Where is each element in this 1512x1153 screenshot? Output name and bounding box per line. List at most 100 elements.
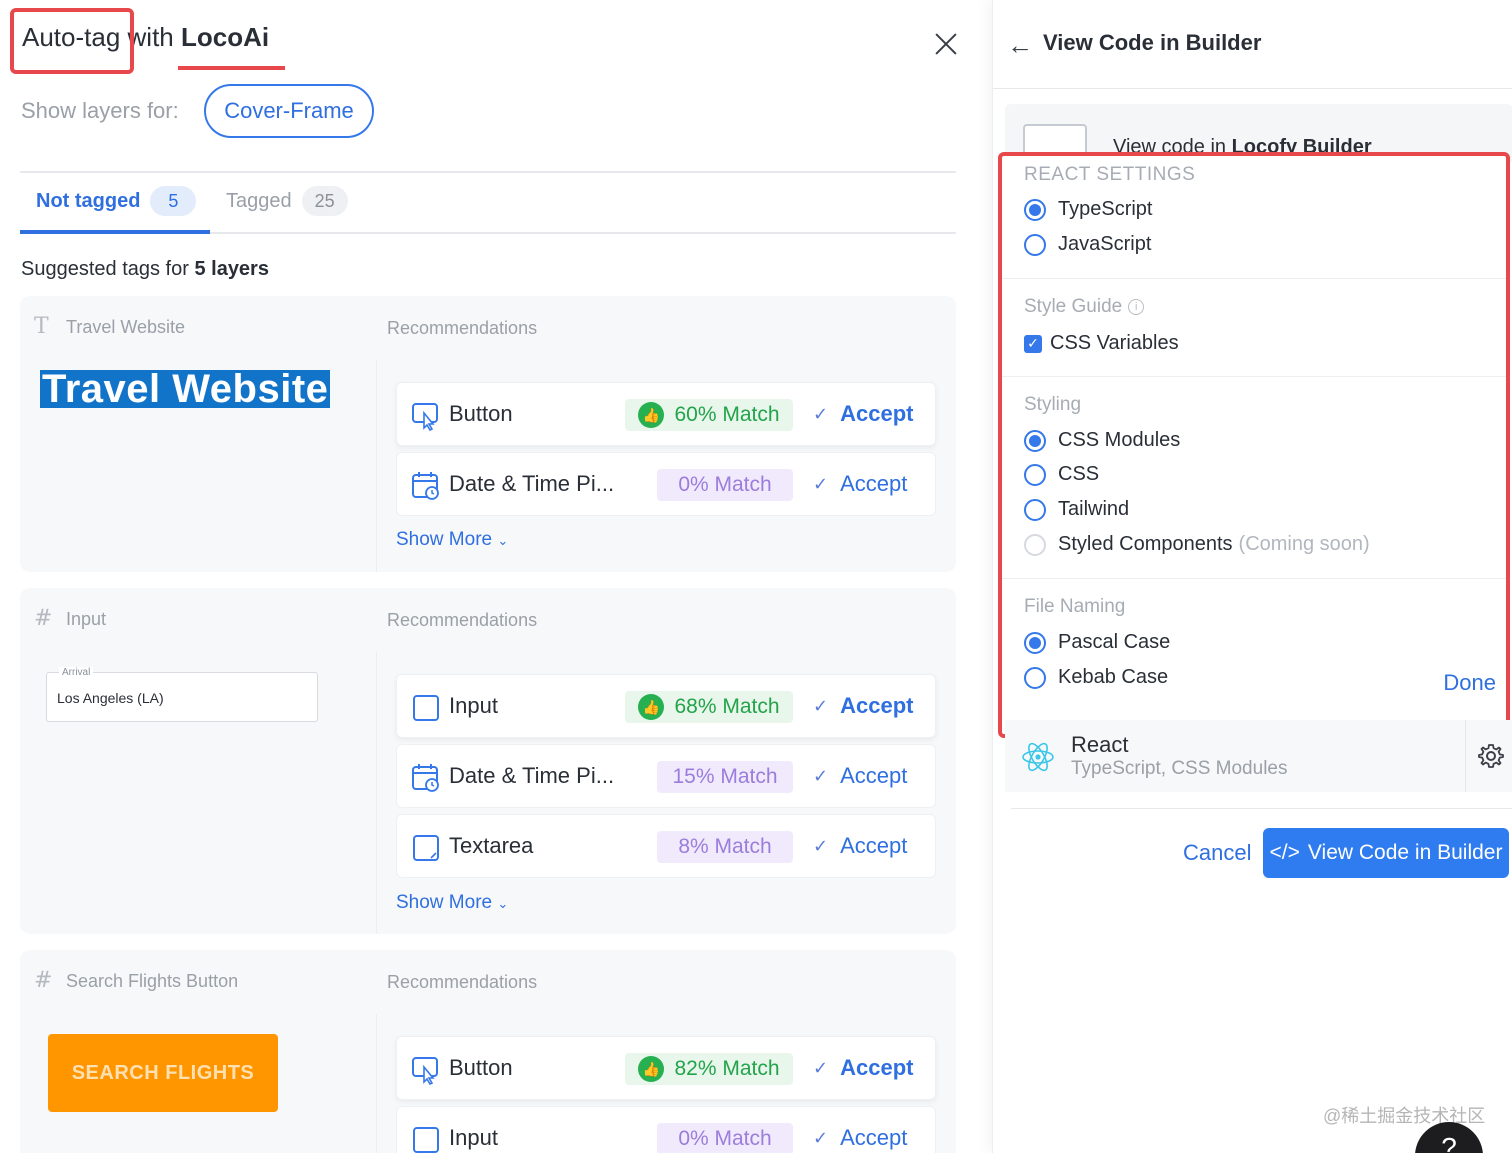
auto-tag-panel: Auto-tag with LocoAi Show layers for: Co… xyxy=(0,0,990,1153)
code-settings-popover: REACT SETTINGS TypeScript JavaScript Sty… xyxy=(998,152,1510,738)
radio-typescript[interactable]: TypeScript xyxy=(1024,198,1152,221)
radio-disabled-icon xyxy=(1024,533,1046,556)
radio-javascript[interactable]: JavaScript xyxy=(1024,233,1151,256)
radio-tailwind[interactable]: Tailwind xyxy=(1024,498,1129,521)
recommendation-row: Input 👍 68% Match ✓ Accept xyxy=(396,674,936,738)
accept-button[interactable]: ✓ Accept xyxy=(813,1125,907,1151)
match-badge: 👍 68% Match xyxy=(625,691,793,723)
button-cursor-icon xyxy=(412,403,438,431)
recommendation-row: Date & Time Pi... 0% Match ✓ Accept xyxy=(396,452,936,516)
layer-name: # Input xyxy=(34,606,107,631)
accept-button[interactable]: ✓ Accept xyxy=(813,1055,913,1081)
radio-icon xyxy=(1024,498,1046,521)
layer-name: # Search Flights Button xyxy=(34,968,239,993)
check-icon: ✓ xyxy=(813,1057,829,1078)
accept-button[interactable]: ✓ Accept xyxy=(813,471,907,497)
info-icon: i xyxy=(1128,299,1145,315)
recommendation-row: Input 0% Match ✓ Accept xyxy=(396,1106,936,1153)
thumbs-up-icon: 👍 xyxy=(638,694,665,720)
radio-pascal-case[interactable]: Pascal Case xyxy=(1024,631,1170,654)
radio-css-modules[interactable]: CSS Modules xyxy=(1024,429,1180,452)
divider xyxy=(993,88,1512,89)
calendar-icon xyxy=(412,764,439,792)
framework-row: React TypeScript, CSS Modules xyxy=(1005,720,1512,792)
checkbox-checked-icon: ✓ xyxy=(1024,334,1042,353)
match-badge: 0% Match xyxy=(657,1123,793,1153)
accept-button[interactable]: ✓ Accept xyxy=(813,833,907,859)
layer-card-input: # Input Recommendations Arrival Los Ange… xyxy=(20,588,956,934)
file-naming-title: File Naming xyxy=(1024,596,1126,617)
recommendation-row: Textarea 8% Match ✓ Accept xyxy=(396,814,936,878)
divider xyxy=(1011,808,1512,809)
layer-name: T Travel Website xyxy=(34,314,186,339)
active-tab-indicator xyxy=(20,230,210,234)
match-badge: 8% Match xyxy=(657,831,793,863)
framework-name: React xyxy=(1071,732,1129,757)
chevron-down-icon: ⌄ xyxy=(497,896,509,911)
done-button[interactable]: Done xyxy=(1443,670,1496,696)
chevron-down-icon: ⌄ xyxy=(497,533,509,548)
suggested-tags-heading: Suggested tags for 5 layers xyxy=(21,258,269,280)
react-logo-icon xyxy=(1022,742,1054,772)
view-code-button[interactable]: </> View Code in Builder xyxy=(1263,828,1509,878)
radio-kebab-case[interactable]: Kebab Case xyxy=(1024,666,1168,689)
frame-selector[interactable]: Cover-Frame xyxy=(204,84,374,138)
show-more-link[interactable]: Show More ⌄ xyxy=(396,892,508,914)
back-arrow-icon[interactable]: ← xyxy=(1007,30,1033,61)
recommendations-label: Recommendations xyxy=(387,610,538,630)
highlight-underline xyxy=(178,66,285,70)
radio-icon xyxy=(1024,666,1046,689)
radio-styled-components: Styled Components (Coming soon) xyxy=(1024,533,1370,556)
textarea-icon xyxy=(413,835,439,861)
accept-button[interactable]: ✓ Accept xyxy=(813,401,913,427)
accept-button[interactable]: ✓ Accept xyxy=(813,763,907,789)
gear-icon[interactable] xyxy=(1477,742,1505,770)
tab-tagged[interactable]: Tagged 25 xyxy=(226,186,348,216)
check-icon: ✓ xyxy=(813,473,829,494)
radio-css[interactable]: CSS xyxy=(1024,463,1099,486)
recommendation-row: Date & Time Pi... 15% Match ✓ Accept xyxy=(396,744,936,808)
radio-icon xyxy=(1024,463,1046,486)
layer-card-search-flights-button: # Search Flights Button Recommendations … xyxy=(20,950,956,1153)
show-layers-label: Show layers for: xyxy=(21,98,179,123)
match-badge: 0% Match xyxy=(657,469,793,501)
radio-selected-icon xyxy=(1024,631,1046,654)
checkbox-css-variables[interactable]: ✓ CSS Variables xyxy=(1024,332,1179,355)
layer-preview: Arrival Los Angeles (LA) xyxy=(46,667,318,722)
recommendations-label: Recommendations xyxy=(387,318,538,338)
radio-selected-icon xyxy=(1024,198,1046,221)
input-icon xyxy=(413,1127,439,1153)
panel-title: View Code in Builder xyxy=(1043,30,1262,55)
styling-title: Styling xyxy=(1024,394,1082,415)
check-icon: ✓ xyxy=(813,1127,829,1148)
thumbs-up-icon: 👍 xyxy=(638,402,665,428)
close-icon[interactable] xyxy=(930,28,962,60)
check-icon: ✓ xyxy=(813,835,829,856)
text-icon: T xyxy=(34,314,49,339)
layer-card-travel-website: T Travel Website Recommendations Travel … xyxy=(20,296,956,572)
style-guide-title: Style Guide i xyxy=(1024,296,1145,318)
framework-summary: TypeScript, CSS Modules xyxy=(1071,758,1288,779)
calendar-icon xyxy=(412,472,439,500)
match-badge: 15% Match xyxy=(657,761,793,793)
react-settings-title: REACT SETTINGS xyxy=(1024,164,1196,185)
tab-not-tagged[interactable]: Not tagged 5 xyxy=(36,186,197,216)
accept-button[interactable]: ✓ Accept xyxy=(813,693,913,719)
input-icon xyxy=(413,695,439,721)
recommendations-label: Recommendations xyxy=(387,972,538,992)
view-code-panel: ← View Code in Builder View code in Loco… xyxy=(992,0,1512,1153)
thumbs-up-icon: 👍 xyxy=(638,1056,665,1082)
match-badge: 👍 60% Match xyxy=(625,399,793,431)
check-icon: ✓ xyxy=(813,765,829,786)
layer-preview: SEARCH FLIGHTS xyxy=(48,1034,278,1112)
radio-selected-icon xyxy=(1024,429,1046,452)
check-icon: ✓ xyxy=(813,403,829,424)
radio-icon xyxy=(1024,233,1046,256)
show-more-link[interactable]: Show More ⌄ xyxy=(396,529,508,551)
match-badge: 👍 82% Match xyxy=(625,1053,793,1085)
layer-preview: Travel Website xyxy=(40,367,331,411)
cancel-button[interactable]: Cancel xyxy=(1183,840,1251,866)
frame-icon: # xyxy=(34,606,53,631)
divider xyxy=(20,171,956,173)
tab-count-badge: 25 xyxy=(301,186,348,216)
